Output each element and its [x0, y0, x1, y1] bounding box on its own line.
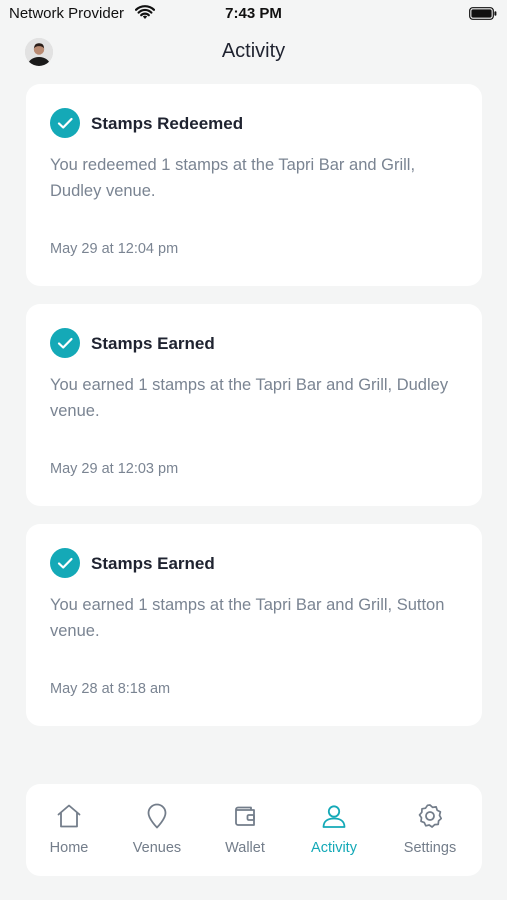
activity-message: You earned 1 stamps at the Tapri Bar and…	[50, 376, 449, 420]
checkmark-icon	[50, 548, 80, 578]
activity-title: Stamps Earned	[91, 334, 215, 353]
home-icon	[57, 804, 81, 828]
activity-timestamp: May 29 at 12:04 pm	[50, 241, 179, 257]
checkmark-icon	[50, 328, 80, 358]
status-bar: Network Provider 7:43 PM	[0, 0, 507, 28]
activity-message: You earned 1 stamps at the Tapri Bar and…	[50, 596, 445, 640]
tab-label: Activity	[311, 840, 357, 856]
battery-icon	[469, 7, 497, 20]
activity-timestamp: May 29 at 12:03 pm	[50, 461, 179, 477]
page-title: Activity	[221, 40, 286, 62]
bottom-tab-bar: Home Venues Wallet Activity Settings	[26, 784, 482, 876]
tab-home[interactable]: Home	[29, 784, 109, 876]
activity-timestamp: May 28 at 8:18 am	[50, 681, 171, 697]
activity-title: Stamps Redeemed	[91, 114, 244, 133]
activity-card: Stamps Redeemed You redeemed 1 stamps at…	[26, 84, 482, 286]
checkmark-icon	[50, 108, 80, 138]
activity-message: You redeemed 1 stamps at the Tapri Bar a…	[50, 156, 416, 200]
status-time: 7:43 PM	[225, 5, 282, 22]
activity-card: Stamps Earned You earned 1 stamps at the…	[26, 524, 482, 726]
tab-label: Home	[49, 840, 89, 856]
tab-venues[interactable]: Venues	[117, 784, 197, 876]
tab-label: Settings	[403, 840, 457, 856]
user-icon	[322, 805, 346, 828]
tab-label: Venues	[132, 840, 182, 856]
gear-icon	[418, 804, 443, 828]
activity-title: Stamps Earned	[91, 554, 215, 573]
wallet-icon	[235, 806, 255, 826]
tab-wallet[interactable]: Wallet	[205, 784, 285, 876]
page-header: Activity	[0, 30, 507, 74]
location-pin-icon	[147, 803, 167, 829]
tab-activity[interactable]: Activity	[294, 784, 374, 876]
activity-card: Stamps Earned You earned 1 stamps at the…	[26, 304, 482, 506]
tab-label: Wallet	[225, 840, 265, 856]
tab-settings[interactable]: Settings	[390, 784, 470, 876]
